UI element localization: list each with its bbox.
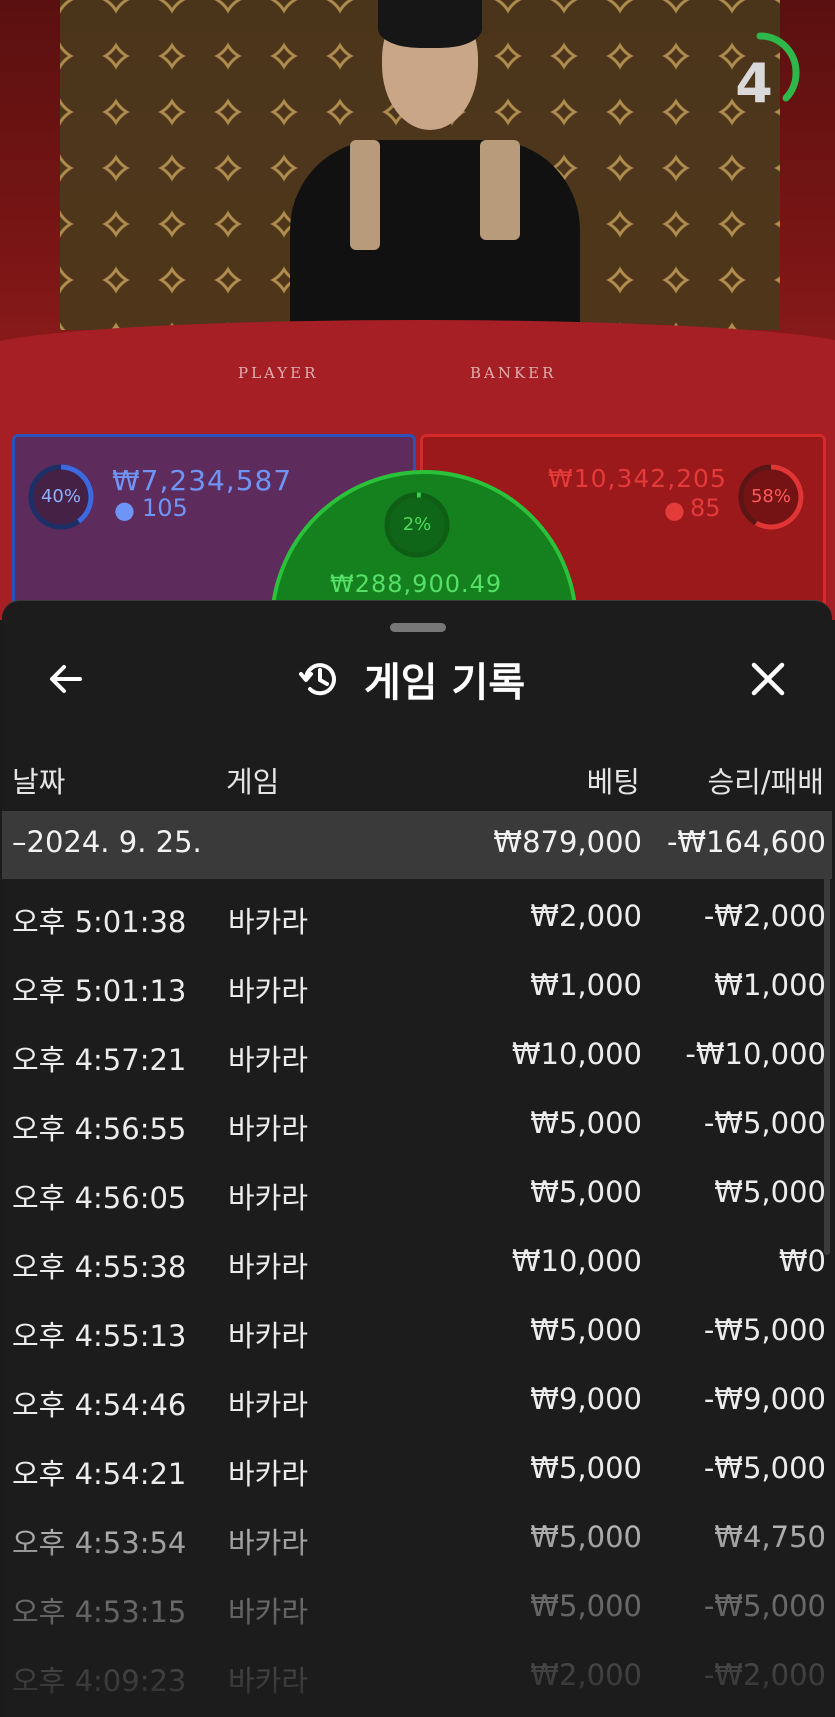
history-row[interactable]: 오후 5:01:13 바카라 ₩1,000 ₩1,000 [2,956,832,1024]
date-summary-row[interactable]: –2024. 9. 25. ₩879,000 -₩164,600 [2,811,832,879]
row-win-loss: ₩4,750 [714,1520,826,1554]
row-game: 바카라 [228,1112,309,1146]
row-time: 오후 4:57:21 [12,1043,187,1077]
table-label-player: PLAYER [238,364,319,382]
row-bet: ₩10,000 [511,1244,642,1278]
row-win-loss: -₩10,000 [685,1037,826,1071]
row-win-loss: -₩2,000 [703,899,826,933]
user-icon: ● [664,496,685,524]
row-bet: ₩10,000 [511,1037,642,1071]
column-header-bet: 베팅 [586,765,640,799]
row-time: 오후 4:54:46 [12,1388,187,1422]
row-time: 오후 5:01:38 [12,905,187,939]
row-win-loss: ₩1,000 [714,968,826,1002]
row-win-loss: -₩9,000 [703,1382,826,1416]
row-win-loss: -₩5,000 [703,1451,826,1485]
history-row[interactable]: 오후 4:56:55 바카라 ₩5,000 -₩5,000 [2,1094,832,1162]
summary-bet: ₩879,000 [493,825,642,859]
history-row[interactable]: 오후 4:55:38 바카라 ₩10,000 ₩0 [2,1232,832,1300]
history-icon [299,663,336,696]
banker-percent: 58% [750,486,791,507]
dealer-body [290,140,580,340]
row-time: 오후 4:53:15 [12,1595,187,1629]
row-game: 바카라 [228,1043,309,1077]
row-game: 바카라 [228,1250,309,1284]
close-icon[interactable] [748,659,788,699]
row-bet: ₩5,000 [530,1175,642,1209]
tie-amount: ₩288,900.49 [330,570,503,598]
sheet-title: 게임 기록 [364,660,526,706]
table-label-banker: BANKER [470,364,557,382]
summary-date: –2024. 9. 25. [12,825,202,859]
row-game: 바카라 [228,1388,309,1422]
dealer-hair [378,0,482,48]
user-icon: ● [114,496,135,524]
row-game: 바카라 [228,1595,309,1629]
row-bet: ₩2,000 [530,899,642,933]
history-row[interactable]: 오후 4:09:23 바카라 ₩2,000 -₩2,000 [2,1646,832,1714]
column-header-game: 게임 [226,765,280,799]
row-time: 오후 4:09:23 [12,1664,187,1698]
row-bet: ₩5,000 [530,1520,642,1554]
row-game: 바카라 [228,1664,309,1698]
row-time: 오후 4:55:38 [12,1250,187,1284]
sheet-header: 게임 기록 [2,641,832,721]
row-game: 바카라 [228,974,309,1008]
arrow-left-icon[interactable] [46,659,86,699]
row-bet: ₩5,000 [530,1106,642,1140]
tie-percent: 2% [402,514,432,535]
row-win-loss: -₩5,000 [703,1106,826,1140]
dealer-vest [480,140,520,240]
history-row[interactable]: 오후 4:53:54 바카라 ₩5,000 ₩4,750 [2,1508,832,1576]
row-bet: ₩2,000 [530,1658,642,1692]
row-game: 바카라 [228,1319,309,1353]
row-win-loss: -₩5,000 [703,1313,826,1347]
row-bet: ₩5,000 [530,1451,642,1485]
row-time: 오후 4:54:21 [12,1457,187,1491]
row-time: 오후 4:55:13 [12,1319,187,1353]
banker-count: 85 [690,494,721,522]
history-row[interactable]: 오후 4:54:21 바카라 ₩5,000 -₩5,000 [2,1439,832,1507]
row-game: 바카라 [228,1457,309,1491]
column-header-date: 날짜 [12,765,66,799]
dealer-vest [350,140,380,250]
banker-amount: ₩10,342,205 [548,464,727,493]
history-row[interactable]: 오후 5:01:38 바카라 ₩2,000 -₩2,000 [2,887,832,955]
history-row[interactable]: 오후 4:56:05 바카라 ₩5,000 ₩5,000 [2,1163,832,1231]
history-row[interactable]: 오후 4:54:46 바카라 ₩9,000 -₩9,000 [2,1370,832,1438]
row-bet: ₩9,000 [530,1382,642,1416]
sheet-title-group: 게임 기록 [298,653,526,706]
row-bet: ₩1,000 [530,968,642,1002]
row-game: 바카라 [228,1181,309,1215]
history-row[interactable]: 오후 4:57:21 바카라 ₩10,000 -₩10,000 [2,1025,832,1093]
player-count: 105 [142,494,188,522]
row-bet: ₩5,000 [530,1313,642,1347]
drag-handle[interactable] [390,623,446,632]
countdown-number: 4 [735,52,773,115]
row-win-loss: -₩2,000 [703,1658,826,1692]
row-game: 바카라 [228,905,309,939]
row-win-loss: -₩5,000 [703,1589,826,1623]
row-win-loss: ₩0 [778,1244,826,1278]
row-game: 바카라 [228,1526,309,1560]
row-time: 오후 4:53:54 [12,1526,187,1560]
summary-win-loss: -₩164,600 [666,825,826,859]
column-header-win-loss: 승리/패배 [707,765,825,799]
history-row[interactable]: 오후 4:53:15 바카라 ₩5,000 -₩5,000 [2,1577,832,1645]
history-row[interactable]: 오후 4:55:13 바카라 ₩5,000 -₩5,000 [2,1301,832,1369]
row-time: 오후 4:56:05 [12,1181,187,1215]
player-percent: 40% [40,486,81,507]
row-time: 오후 4:56:55 [12,1112,187,1146]
game-history-sheet: 게임 기록 날짜 게임 베팅 승리/패배 –2024. 9. 25. ₩879,… [2,600,832,1717]
row-bet: ₩5,000 [530,1589,642,1623]
row-time: 오후 5:01:13 [12,974,187,1008]
live-video: PLAYER BANKER 4 40% ₩7,234,587 ● 105 58%… [0,0,835,620]
player-amount: ₩7,234,587 [112,464,293,497]
row-win-loss: ₩5,000 [714,1175,826,1209]
